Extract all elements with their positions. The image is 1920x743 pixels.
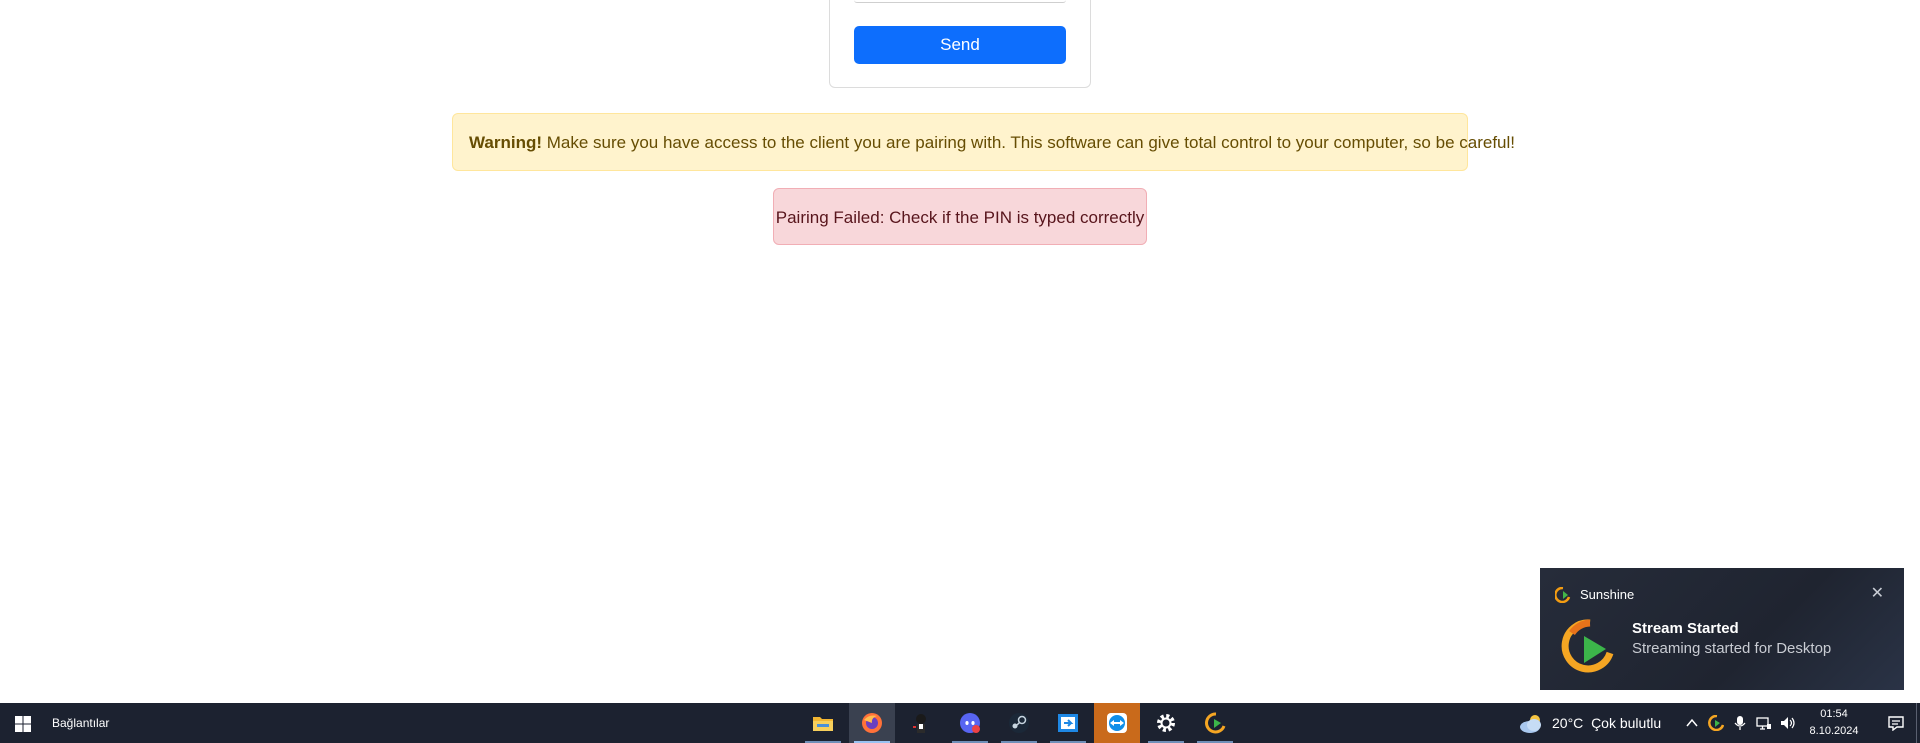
windows-logo-icon [15,716,31,732]
warning-message: Make sure you have access to the client … [542,133,1515,152]
weather-widget[interactable]: 20°C Çok bulutlu [1552,703,1661,743]
close-icon[interactable]: ✕ [1871,583,1884,603]
taskbar-app-teamviewer[interactable] [1094,703,1140,743]
teamviewer-icon [1107,713,1127,733]
discord-icon [960,713,980,733]
taskbar-app-remote[interactable] [1045,703,1091,743]
pairing-error-alert: Pairing Failed: Check if the PIN is type… [773,188,1147,245]
cloudy-weather-icon[interactable] [1518,712,1546,734]
windows-taskbar: Bağlantılar 20°C Çok bulutlu 01:54 8.10.… [0,703,1920,743]
volume-icon[interactable] [1780,715,1796,731]
warning-label: Warning! [469,133,543,152]
weather-temperature: 20°C [1552,715,1584,731]
taskbar-app-character[interactable] [898,703,944,743]
stream-notification-toast[interactable]: Sunshine ✕ Stream Started Streaming star… [1540,568,1904,690]
clock-date: 8.10.2024 [1809,725,1859,737]
show-desktop-button[interactable] [1916,703,1920,743]
toast-body: Streaming started for Desktop [1632,640,1832,657]
taskbar-app-file-explorer[interactable] [800,703,846,743]
taskbar-app-firefox[interactable] [849,703,895,743]
sunshine-logo-icon [1561,619,1614,673]
steam-icon [1009,713,1029,733]
clock-time: 01:54 [1820,708,1848,720]
toast-app-name: Sunshine [1580,587,1635,602]
send-button[interactable]: Send [854,26,1066,64]
character-icon [913,714,926,733]
taskbar-app-steam[interactable] [996,703,1042,743]
taskbar-app-sunshine[interactable] [1192,703,1238,743]
links-toolbar[interactable]: Bağlantılar [52,703,109,743]
gear-icon [1157,714,1175,732]
sunshine-tray-icon[interactable] [1708,715,1724,731]
pin-input[interactable] [854,0,1066,3]
weather-condition: Çok bulutlu [1591,715,1662,731]
remote-arrow-icon [1058,714,1078,732]
warning-alert: Warning! Make sure you have access to th… [452,113,1515,171]
system-clock[interactable]: 01:54 8.10.2024 [1800,706,1868,740]
sunshine-icon [1205,712,1226,734]
taskbar-app-discord[interactable] [947,703,993,743]
chevron-up-icon[interactable] [1684,715,1700,731]
network-icon[interactable] [1756,715,1772,731]
taskbar-app-settings[interactable] [1143,703,1189,743]
firefox-icon [862,713,882,733]
action-center-button[interactable] [1876,703,1916,743]
sunshine-icon [1555,587,1571,603]
folder-icon [813,717,833,731]
toast-title: Stream Started [1632,620,1739,637]
start-button[interactable] [0,703,46,743]
microphone-icon[interactable] [1732,715,1748,731]
notification-icon [1888,716,1904,731]
pairing-form-card: Send [829,0,1091,88]
